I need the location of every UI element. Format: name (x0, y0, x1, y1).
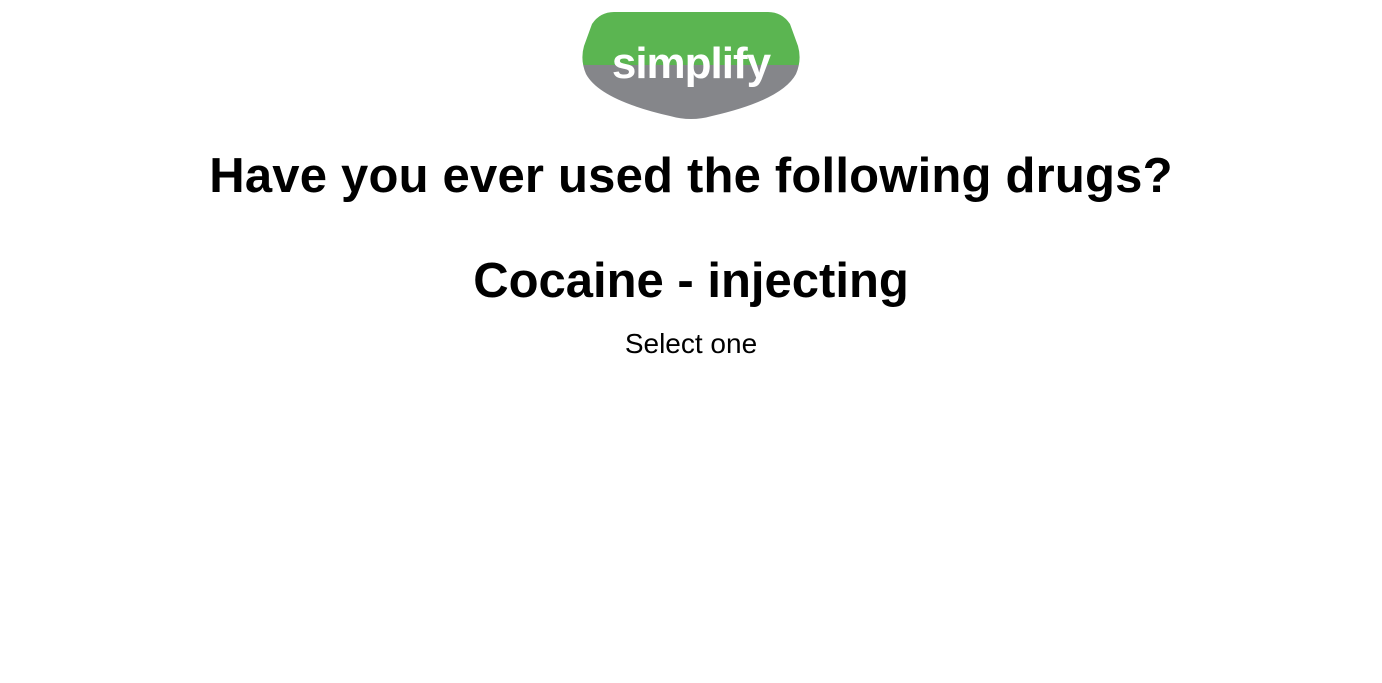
select-instruction: Select one (624, 328, 758, 359)
simplify-logo: simplify (582, 10, 800, 120)
logo-text: simplify (612, 39, 772, 88)
drug-item-title: Cocaine - injecting (473, 254, 909, 308)
question-title: Have you ever used the following drugs? (209, 149, 1173, 203)
